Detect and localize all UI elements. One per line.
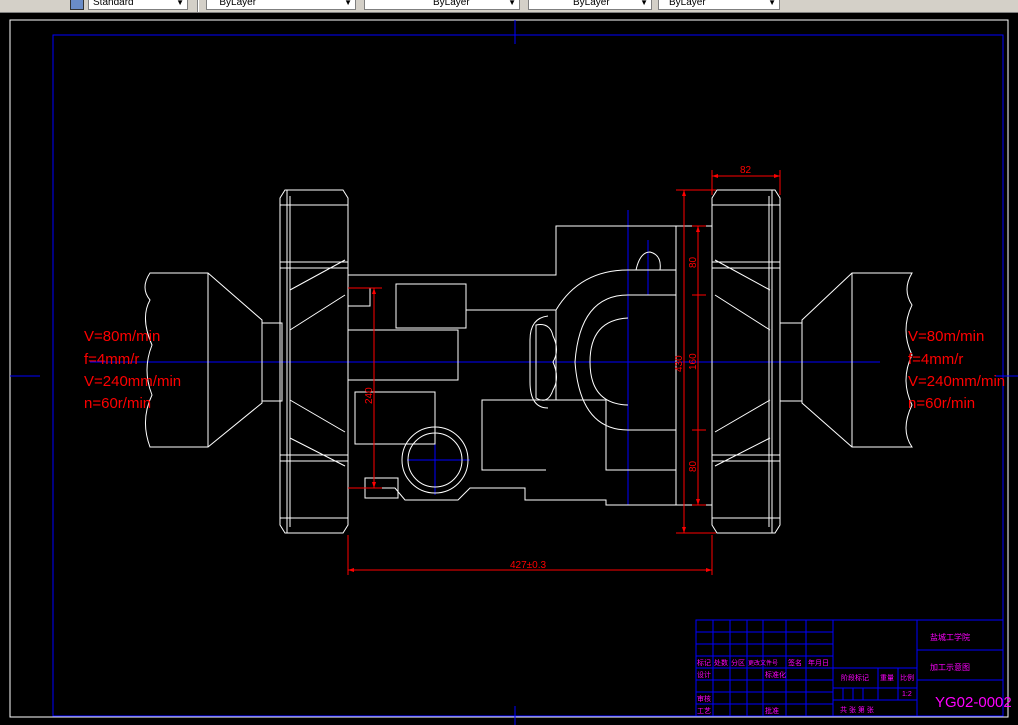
tb-drawing-title: 加工示意图 [930,662,970,672]
tb-ratio: 比例 [900,673,914,682]
chevron-down-icon: ▼ [176,0,184,7]
linetype-value: ByLayer [433,0,470,8]
tb-standardization: 标准化 [765,670,786,679]
lineweight-dropdown[interactable]: ByLayer ▼ [528,0,652,10]
param-left-4: n=60r/min [84,395,151,412]
param-left-1: V=80m/min [84,328,160,345]
chevron-down-icon: ▼ [768,0,776,7]
right-spindle-head [801,272,913,448]
params-left-group: V=80m/min f=4mm/r V=240mm/min n=60r/min [84,328,181,412]
left-spindle-head [144,272,263,448]
param-right-1: V=80m/min [908,328,984,345]
dim-upper: 80 [688,256,699,268]
tb-count: 处数 [714,658,728,667]
tb-sheet-info: 共 张 第 张 [840,705,874,714]
param-left-2: f=4mm/r [84,351,139,368]
tb-weight: 重量 [880,674,894,682]
text-style-icon[interactable] [70,0,84,10]
dim-lower: 80 [688,460,699,472]
tb-change-doc: 更改文件号 [748,659,778,667]
param-right-3: V=240mm/min [908,373,1005,390]
tb-stage-mark: 阶段标记 [841,673,869,682]
drawing-canvas[interactable]: 82 80 430 160 80 240 427±0.3 V=80m/min f… [0,12,1018,725]
dim-total-height: 430 [674,355,685,372]
plot-style-dropdown[interactable]: ByLayer ▼ [658,0,780,10]
param-right-2: f=4mm/r [908,351,963,368]
chevron-down-icon: ▼ [640,0,648,7]
tb-date: 年月日 [808,658,829,667]
param-left-3: V=240mm/min [84,373,181,390]
tb-drawing-number: YG02-0002 [935,694,1012,711]
params-right-group: V=80m/min f=4mm/r V=240mm/min n=60r/min [908,328,1005,412]
text-style-value: Standard [93,0,134,8]
plot-style-value: ByLayer [669,0,706,8]
drawing-limits-frame [9,19,1009,718]
lineweight-value: ByLayer [573,0,610,8]
tb-zone: 分区 [731,658,745,667]
layer-dropdown[interactable]: ByLayer ▼ [206,0,356,10]
dim-middle: 160 [688,353,699,370]
tb-process: 工艺 [697,707,711,715]
param-right-4: n=60r/min [908,395,975,412]
tb-mark: 标记 [697,658,711,667]
dim-top-width: 82 [740,165,752,176]
tb-approve: 批准 [765,706,779,715]
border-frame [52,34,1004,717]
dim-left-height: 240 [364,387,375,404]
layer-value: ByLayer [219,0,257,8]
chevron-down-icon: ▼ [344,0,352,7]
dimension-arrows [348,174,780,572]
tb-scale: 1:2 [902,691,912,698]
dim-overall-length: 427±0.3 [510,560,547,571]
dimension-lines [347,170,781,575]
text-style-dropdown[interactable]: Standard ▼ [88,0,188,10]
linetype-dropdown[interactable]: ByLayer ▼ [364,0,520,10]
toolbar-separator [197,0,199,12]
tb-review: 审核 [697,694,711,703]
chevron-down-icon: ▼ [508,0,516,7]
tb-design: 设计 [697,670,711,679]
tb-signature: 签名 [788,658,802,667]
tb-school: 盐城工学院 [930,632,970,642]
